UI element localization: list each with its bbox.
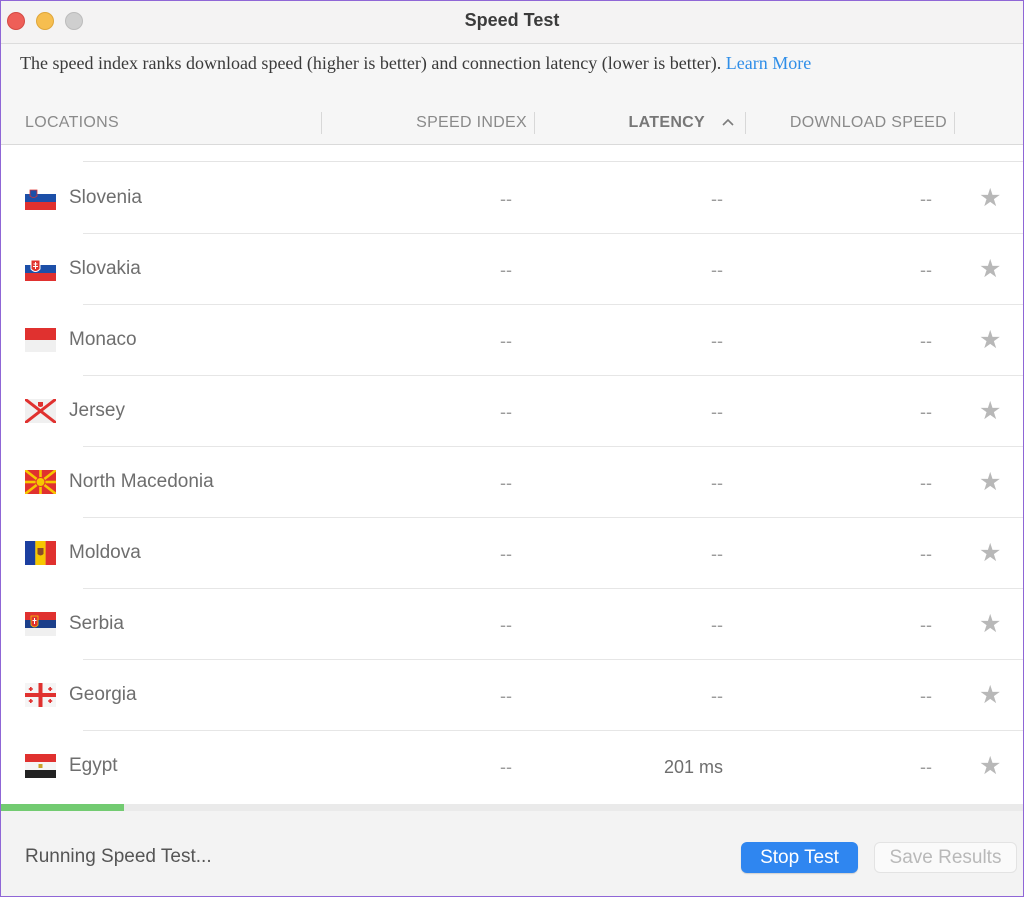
title-bar: Speed Test — [1, 1, 1023, 44]
table-row[interactable]: Moldova -- -- -- ★ — [1, 518, 1023, 589]
stop-test-button[interactable]: Stop Test — [741, 842, 858, 873]
latency-value: -- — [711, 473, 723, 493]
favorite-star-icon[interactable]: ★ — [979, 254, 1001, 284]
column-header-locations[interactable]: LOCATIONS — [25, 114, 119, 132]
favorite-star-icon[interactable]: ★ — [979, 538, 1001, 568]
latency-value: -- — [711, 189, 723, 209]
table-header: LOCATIONS SPEED INDEX LATENCY DOWNLOAD S… — [1, 102, 1023, 145]
speed-index-value: -- — [500, 686, 512, 706]
download-speed-value: -- — [920, 189, 932, 209]
download-speed-value: -- — [920, 402, 932, 422]
serbia-flag-icon — [25, 612, 56, 636]
country-name: Monaco — [69, 329, 137, 350]
slovenia-flag-icon — [25, 186, 56, 210]
favorite-star-icon[interactable]: ★ — [979, 609, 1001, 639]
speed-index-value: -- — [500, 473, 512, 493]
table-row[interactable]: Serbia -- -- -- ★ — [1, 589, 1023, 660]
country-name: Slovenia — [69, 187, 142, 208]
favorite-star-icon[interactable]: ★ — [979, 467, 1001, 497]
latency-value: -- — [711, 260, 723, 280]
favorite-star-icon[interactable]: ★ — [979, 396, 1001, 426]
latency-value: -- — [711, 615, 723, 635]
table-row[interactable]: Jersey -- -- -- ★ — [1, 376, 1023, 447]
download-speed-value: -- — [920, 260, 932, 280]
status-text: Running Speed Test... — [25, 846, 212, 867]
moldova-flag-icon — [25, 541, 56, 565]
jersey-flag-icon — [25, 399, 56, 423]
download-speed-value: -- — [920, 686, 932, 706]
row-divider — [83, 161, 1023, 162]
country-name: Serbia — [69, 613, 124, 634]
north-macedonia-flag-icon — [25, 470, 56, 494]
download-speed-value: -- — [920, 615, 932, 635]
egypt-flag-icon — [25, 754, 56, 778]
column-divider — [954, 112, 955, 134]
progress-bar — [1, 804, 1023, 811]
download-speed-value: -- — [920, 331, 932, 351]
column-header-download-speed[interactable]: DOWNLOAD SPEED — [790, 114, 947, 132]
column-divider — [534, 112, 535, 134]
table-row[interactable]: Slovakia -- -- -- ★ — [1, 234, 1023, 305]
info-text-line: The speed index ranks download speed (hi… — [20, 53, 811, 74]
speed-test-window: Speed Test The speed index ranks downloa… — [0, 0, 1024, 897]
country-name: Egypt — [69, 755, 118, 776]
speed-index-value: -- — [500, 402, 512, 422]
save-results-button[interactable]: Save Results — [874, 842, 1017, 873]
column-header-speed-index[interactable]: SPEED INDEX — [416, 114, 527, 132]
speed-index-value: -- — [500, 544, 512, 564]
table-row[interactable]: North Macedonia -- -- -- ★ — [1, 447, 1023, 518]
georgia-flag-icon — [25, 683, 56, 707]
speed-index-value: -- — [500, 331, 512, 351]
column-divider — [321, 112, 322, 134]
favorite-star-icon[interactable]: ★ — [979, 183, 1001, 213]
speed-index-value: -- — [500, 615, 512, 635]
column-divider — [745, 112, 746, 134]
latency-value: 201 ms — [663, 757, 723, 777]
download-speed-value: -- — [920, 473, 932, 493]
download-speed-value: -- — [920, 544, 932, 564]
table-row[interactable]: Slovenia -- -- -- ★ — [1, 163, 1023, 234]
download-speed-value: -- — [920, 757, 932, 777]
info-bar: The speed index ranks download speed (hi… — [1, 44, 1023, 102]
country-name: Moldova — [69, 542, 141, 563]
column-header-latency[interactable]: LATENCY — [629, 114, 705, 132]
country-name: Georgia — [69, 684, 137, 705]
window-title: Speed Test — [464, 10, 560, 30]
footer: Running Speed Test... Stop Test Save Res… — [1, 811, 1023, 896]
sort-ascending-icon — [722, 118, 734, 126]
speed-index-value: -- — [500, 757, 512, 777]
slovakia-flag-icon — [25, 257, 56, 281]
latency-value: -- — [711, 402, 723, 422]
favorite-star-icon[interactable]: ★ — [979, 325, 1001, 355]
speed-index-value: -- — [500, 260, 512, 280]
latency-value: -- — [711, 331, 723, 351]
info-description: The speed index ranks download speed (hi… — [20, 53, 722, 73]
table-row[interactable]: Monaco -- -- -- ★ — [1, 305, 1023, 376]
country-name: Jersey — [69, 400, 125, 421]
country-name: Slovakia — [69, 258, 141, 279]
progress-fill — [1, 804, 124, 811]
table-row[interactable]: Georgia -- -- -- ★ — [1, 660, 1023, 731]
country-name: North Macedonia — [69, 471, 214, 492]
table-row[interactable]: Egypt -- 201 ms -- ★ — [1, 731, 1023, 802]
latency-value: -- — [711, 544, 723, 564]
favorite-star-icon[interactable]: ★ — [979, 680, 1001, 710]
latency-value: -- — [711, 686, 723, 706]
favorite-star-icon[interactable]: ★ — [979, 751, 1001, 781]
monaco-flag-icon — [25, 328, 56, 352]
learn-more-link[interactable]: Learn More — [726, 53, 811, 73]
speed-index-value: -- — [500, 189, 512, 209]
